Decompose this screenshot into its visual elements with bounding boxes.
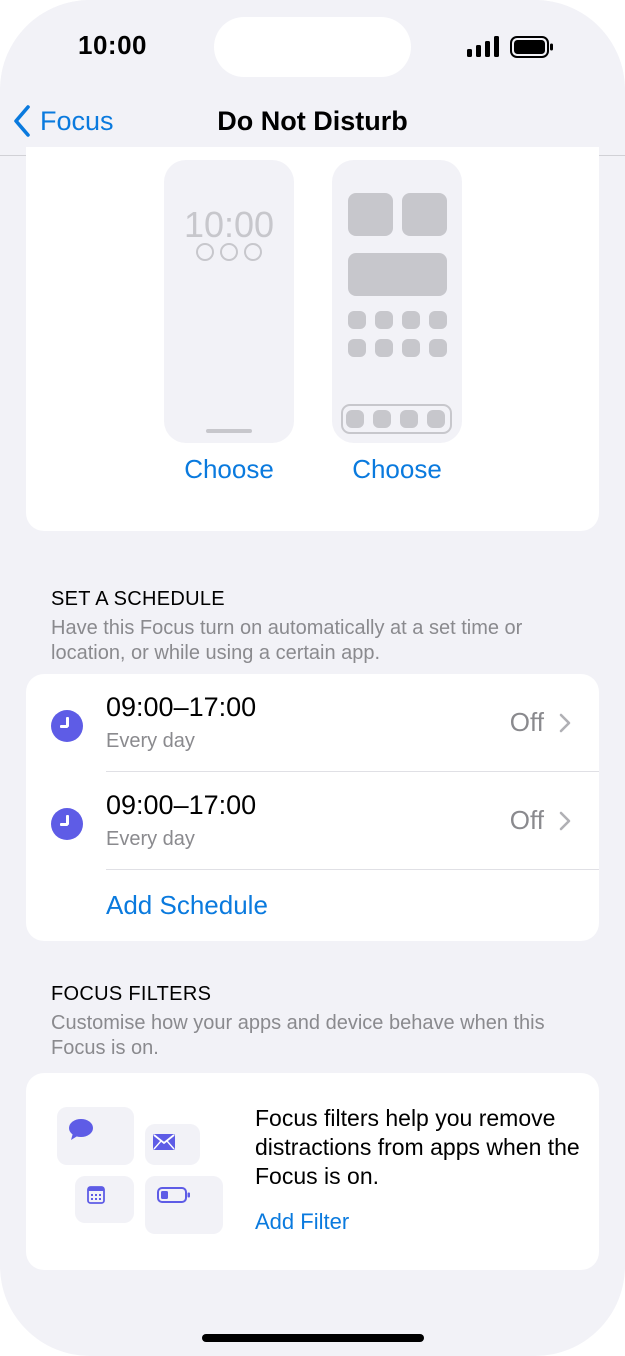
home-screen-preview[interactable]: [332, 160, 462, 443]
filters-section-header: FOCUS FILTERS: [51, 983, 212, 1005]
widget-placeholder: [348, 253, 447, 296]
app-placeholder: [348, 339, 366, 357]
app-placeholder: [429, 339, 447, 357]
screen-customization-card: 10:00 Choose Choose: [26, 147, 599, 531]
preview-home-indicator: [206, 429, 252, 433]
choose-lock-screen-button[interactable]: Choose: [154, 454, 304, 485]
status-bar: 10:00: [0, 0, 625, 90]
filter-tile: [145, 1124, 200, 1165]
calendar-icon: [87, 1186, 105, 1204]
status-time: 10:00: [78, 30, 147, 60]
filter-tile: [145, 1176, 223, 1234]
app-placeholder: [348, 311, 366, 329]
battery-icon: [510, 36, 553, 58]
schedule-row[interactable]: 09:00–17:00 Every day Off: [26, 772, 599, 870]
dock-placeholder: [341, 404, 452, 434]
focus-filters-card: Focus filters help you remove distractio…: [26, 1073, 599, 1270]
choose-home-screen-button[interactable]: Choose: [322, 454, 472, 485]
widget-placeholder: [402, 193, 447, 236]
lock-screen-preview-time: 10:00: [183, 204, 275, 245]
device-screen: 10:00 Focus Do Not Disturb 10:00 Choose …: [0, 0, 625, 1356]
chat-bubble-icon: [69, 1119, 93, 1140]
home-indicator[interactable]: [202, 1334, 424, 1342]
app-placeholder: [375, 339, 393, 357]
filter-tile: [57, 1107, 134, 1165]
app-placeholder: [427, 410, 445, 428]
widget-circle: [196, 243, 214, 261]
schedule-status: Off: [509, 805, 544, 835]
chevron-right-icon: [559, 811, 571, 831]
app-placeholder: [402, 339, 420, 357]
filter-tile: [75, 1176, 134, 1223]
app-placeholder: [402, 311, 420, 329]
app-placeholder: [375, 311, 393, 329]
schedule-status: Off: [509, 707, 544, 737]
clock-icon: [51, 710, 83, 742]
filters-section-description: Customise how your apps and device behav…: [51, 1012, 545, 1059]
battery-icon: [157, 1187, 190, 1203]
clock-icon: [51, 808, 83, 840]
add-schedule-button[interactable]: Add Schedule: [106, 890, 268, 921]
page-title: Do Not Disturb: [217, 106, 408, 136]
schedule-list: 09:00–17:00 Every day Off 09:00–17:00 Ev…: [26, 674, 599, 941]
lock-screen-preview[interactable]: 10:00: [164, 160, 294, 443]
focus-filters-explanation: Focus filters help you remove distractio…: [255, 1105, 580, 1189]
widget-circle: [244, 243, 262, 261]
app-placeholder: [346, 410, 364, 428]
app-placeholder: [373, 410, 391, 428]
schedule-section-header: SET A SCHEDULE: [51, 588, 225, 610]
app-placeholder: [400, 410, 418, 428]
lock-screen-widgets: [196, 243, 262, 261]
cellular-signal-icon: [467, 35, 499, 57]
schedule-row[interactable]: 09:00–17:00 Every day Off: [26, 674, 599, 772]
row-divider: [106, 869, 599, 870]
schedule-time: 09:00–17:00: [106, 790, 257, 820]
mail-icon: [153, 1134, 175, 1150]
schedule-days: Every day: [106, 828, 195, 850]
dynamic-island: [214, 17, 411, 77]
schedule-section-description: Have this Focus turn on automatically at…: [51, 617, 523, 664]
add-filter-button[interactable]: Add Filter: [255, 1209, 349, 1235]
schedule-days: Every day: [106, 730, 195, 752]
widget-circle: [220, 243, 238, 261]
widget-placeholder: [348, 193, 393, 236]
chevron-right-icon: [559, 713, 571, 733]
app-placeholder: [429, 311, 447, 329]
schedule-time: 09:00–17:00: [106, 692, 257, 722]
